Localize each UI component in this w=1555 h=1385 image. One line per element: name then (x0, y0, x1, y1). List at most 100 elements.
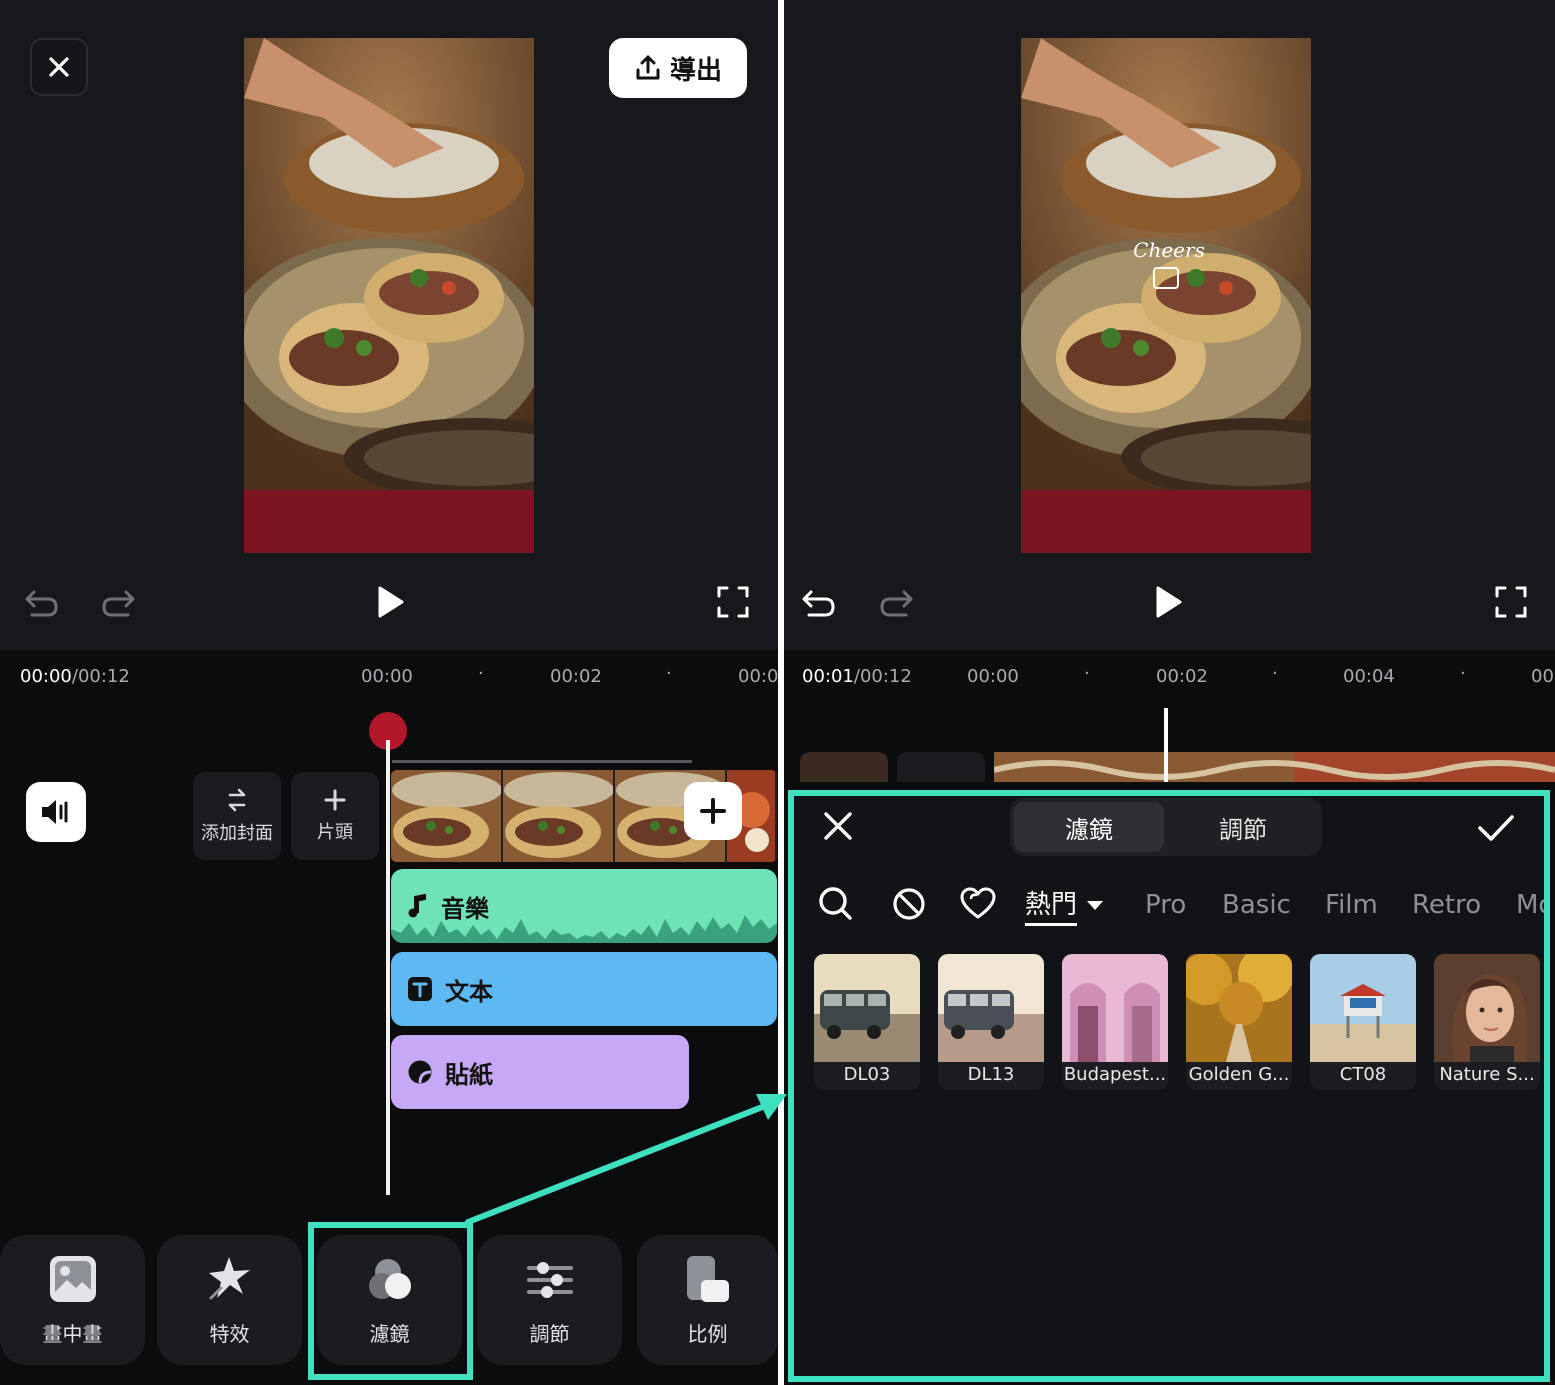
tool-label: 調節 (529, 1321, 570, 1346)
tool-label: 特效 (209, 1321, 250, 1346)
tick-label: 00:02 (1156, 666, 1208, 687)
tick-dot: · (666, 663, 672, 684)
video-preview-right[interactable]: Cheers (1021, 38, 1311, 553)
add-cover-button[interactable]: 添加封面 (193, 772, 281, 860)
filter-panel-close-button[interactable] (820, 808, 856, 844)
category-film[interactable]: Film (1325, 880, 1378, 930)
tool-label: 比例 (687, 1321, 728, 1346)
cover-button-peek (800, 752, 888, 782)
filter-card-ct08[interactable]: CT08 (1310, 954, 1416, 1090)
add-cover-label: 添加封面 (201, 823, 273, 844)
effects-star-icon (208, 1256, 250, 1299)
filter-card-golden[interactable]: Golden G... (1186, 954, 1292, 1090)
plus-icon (700, 798, 726, 824)
heart-icon (960, 887, 996, 919)
clip-strip-peek (994, 752, 1555, 782)
redo-icon (102, 590, 135, 617)
fullscreen-button[interactable] (713, 582, 753, 622)
redo-button[interactable] (98, 583, 138, 623)
category-hot[interactable]: 熱門 (1025, 880, 1105, 930)
tick-dot: · (1272, 663, 1278, 684)
intro-button-peek (897, 752, 985, 782)
none-icon (893, 888, 925, 920)
filter-preview-image (814, 954, 920, 1062)
filter-name: Budapest... (1063, 1064, 1167, 1085)
playhead-line (1164, 708, 1168, 782)
filter-preview-image (938, 954, 1044, 1062)
close-editor-button[interactable] (30, 38, 88, 96)
clip-thumbnail (503, 770, 615, 862)
filter-name: Nature S... (1439, 1064, 1535, 1085)
category-retro[interactable]: Retro (1412, 880, 1481, 930)
add-intro-button[interactable]: 片頭 (291, 772, 379, 860)
play-button[interactable] (370, 582, 410, 622)
music-track[interactable]: 音樂 (391, 869, 777, 943)
redo-button[interactable] (876, 583, 916, 623)
close-icon (49, 57, 69, 77)
filter-card-dl13[interactable]: DL13 (938, 954, 1044, 1090)
tick-label: 00:0 (738, 666, 779, 687)
upload-icon (636, 55, 660, 80)
fullscreen-button[interactable] (1491, 582, 1531, 622)
filter-confirm-button[interactable] (1474, 808, 1518, 848)
tab-filter[interactable]: 濾鏡 (1014, 802, 1164, 852)
play-button[interactable] (1148, 582, 1188, 622)
video-preview-left[interactable] (244, 38, 534, 553)
text-track[interactable]: 文本 (391, 952, 777, 1026)
category-more[interactable]: Mo (1516, 880, 1544, 930)
playhead-line (386, 740, 390, 1195)
export-button[interactable]: 導出 (609, 38, 747, 98)
tick-label: 00 (1531, 666, 1554, 687)
add-clip-button[interactable] (684, 782, 742, 840)
picture-in-picture-icon (49, 1255, 96, 1302)
tool-picture-in-picture[interactable]: 畫中畫 (0, 1235, 145, 1365)
total-time: /00:12 (71, 666, 130, 687)
clip-thumbnail (391, 770, 503, 862)
cheers-sticker[interactable]: Cheers (1129, 238, 1209, 262)
tab-adjust[interactable]: 調節 (1168, 802, 1318, 852)
play-icon (378, 586, 404, 618)
music-note-icon (408, 893, 426, 918)
undo-button[interactable] (799, 583, 839, 623)
no-filter-button[interactable] (891, 886, 929, 924)
favorites-button[interactable] (959, 886, 999, 924)
tool-label: 畫中畫 (42, 1321, 103, 1346)
export-label: 導出 (669, 55, 722, 86)
play-icon (1156, 586, 1182, 618)
tick-dot: · (1084, 663, 1090, 684)
mute-audio-button[interactable] (26, 782, 86, 842)
plus-icon (324, 789, 346, 811)
tool-adjust[interactable]: 調節 (477, 1235, 622, 1365)
tool-ratio[interactable]: 比例 (637, 1235, 778, 1365)
ratio-icon (686, 1255, 729, 1302)
filter-search-button[interactable] (817, 885, 855, 923)
tick-label: 00:04 (1343, 666, 1395, 687)
undo-icon (25, 590, 58, 617)
filter-card-dl03[interactable]: DL03 (814, 954, 920, 1090)
taco-scene-image (244, 38, 534, 490)
current-time: 00:01 (802, 666, 854, 687)
search-icon (819, 887, 852, 920)
video-bottom-band (1021, 490, 1311, 553)
filter-card-nature[interactable]: Nature S... (1434, 954, 1540, 1090)
tick-dot: · (478, 663, 484, 684)
trim-bar (392, 760, 692, 763)
tick-label: 00:00 (967, 666, 1019, 687)
music-track-label: 音樂 (441, 894, 489, 923)
fullscreen-icon (717, 586, 749, 618)
taco-scene-image (1021, 38, 1311, 490)
filter-preview-image (1186, 954, 1292, 1062)
category-pro[interactable]: Pro (1145, 880, 1186, 930)
filter-preview-image (1062, 954, 1168, 1062)
category-basic[interactable]: Basic (1222, 880, 1291, 930)
filter-name: DL03 (843, 1064, 891, 1085)
undo-button[interactable] (22, 583, 62, 623)
tool-effects[interactable]: 特效 (157, 1235, 302, 1365)
tick-label: 00:00 (361, 666, 413, 687)
current-time: 00:00 (20, 666, 72, 687)
time-readout-left: 00:00/00:12 (20, 666, 130, 687)
checkmark-icon (1478, 815, 1514, 841)
filter-preview-image (1434, 954, 1540, 1062)
filter-card-budapest[interactable]: Budapest... (1062, 954, 1168, 1090)
close-icon (824, 812, 852, 840)
